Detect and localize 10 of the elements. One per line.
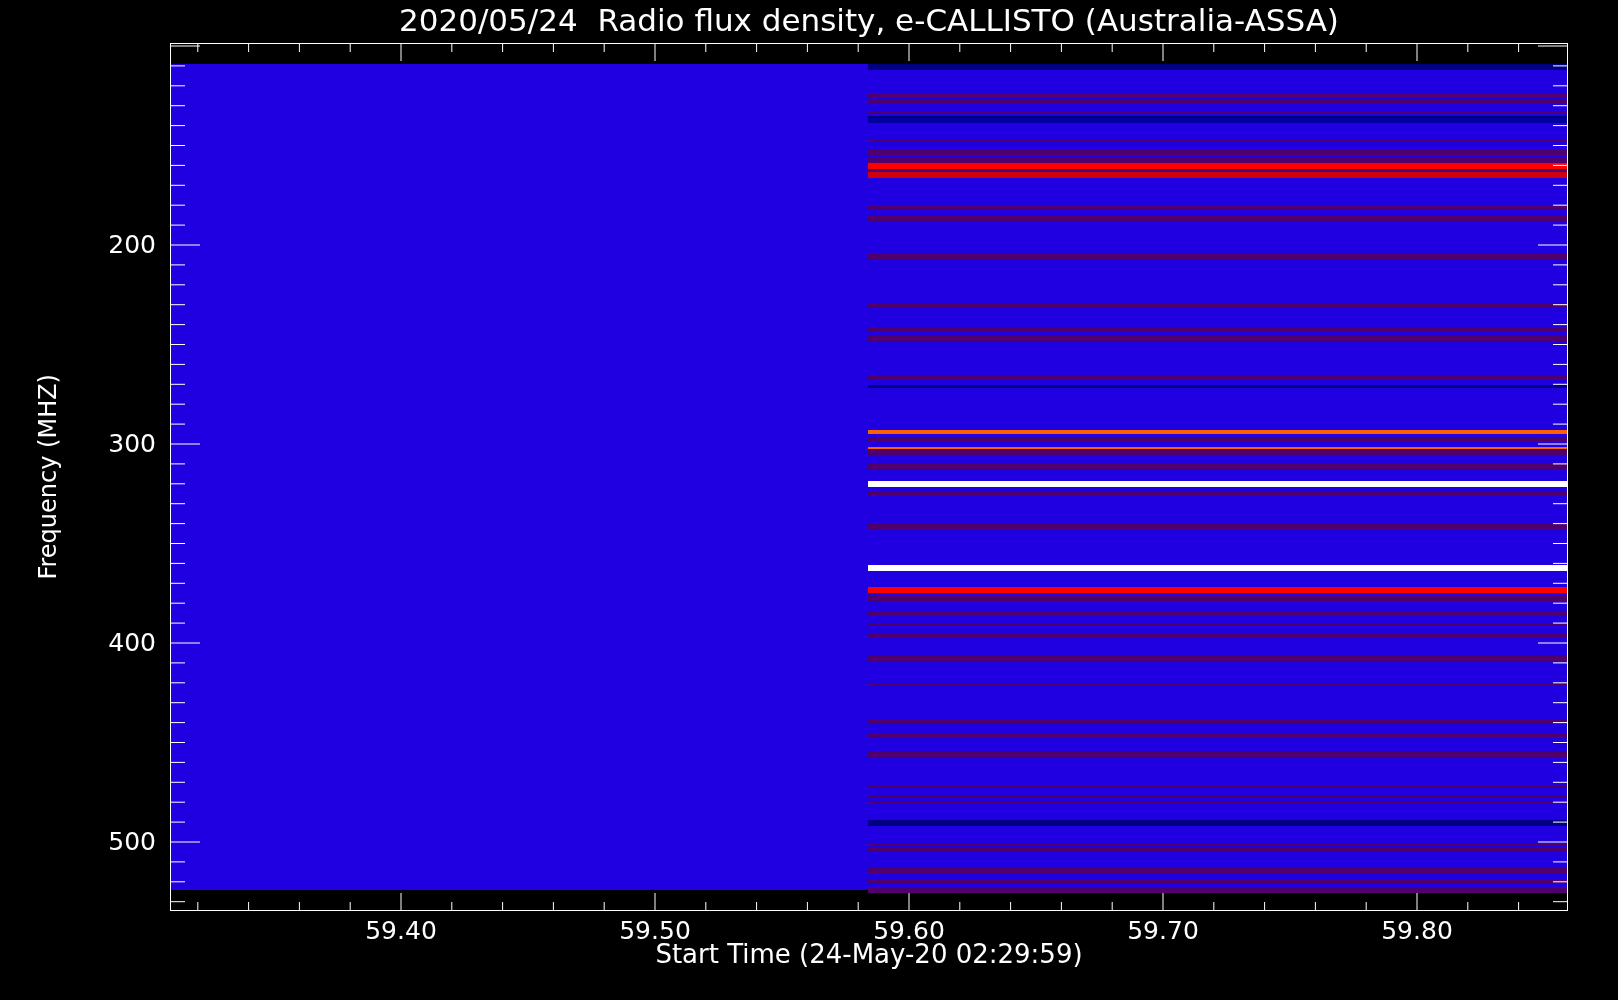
chart-title: 2020/05/24 Radio flux density, e-CALLISTO (Australia-ASSA)	[398, 1, 1340, 40]
y-tick-label: 400	[108, 629, 156, 657]
x-tick-label: 59.40	[365, 917, 437, 945]
y-axis-label: Frequency (MHZ)	[33, 374, 62, 580]
x-tick-label: 59.70	[1127, 917, 1199, 945]
y-tick-label: 500	[108, 828, 156, 856]
x-tick-label: 59.80	[1381, 917, 1453, 945]
y-tick-label: 200	[108, 231, 156, 259]
y-tick-label: 300	[108, 430, 156, 458]
x-axis-label: Start Time (24-May-20 02:29:59)	[655, 939, 1083, 969]
